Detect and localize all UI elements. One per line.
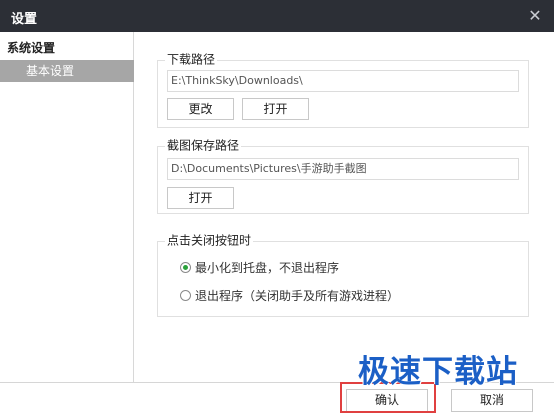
open-download-folder-button[interactable]: 打开 [242,98,309,120]
cancel-button[interactable]: 取消 [451,389,533,412]
settings-sidebar: 系统设置 基本设置 [0,32,134,382]
open-screenshot-folder-button[interactable]: 打开 [167,187,234,209]
window-title: 设置 [11,12,38,27]
change-download-path-button[interactable]: 更改 [167,98,234,120]
download-path-legend: 下载路径 [165,50,218,68]
download-path-field[interactable]: E:\ThinkSky\Downloads\ [167,70,519,92]
close-behavior-section: 点击关闭按钮时 最小化到托盘，不退出程序 退出程序（关闭助手及所有游戏进程） [157,231,529,317]
screenshot-path-section: 截图保存路径 D:\Documents\Pictures\手游助手截图 打开 [157,136,529,214]
minimize-to-tray-label: 最小化到托盘，不退出程序 [195,261,340,275]
sidebar-group-system-settings: 系统设置 [7,41,56,55]
screenshot-path-field[interactable]: D:\Documents\Pictures\手游助手截图 [167,158,519,180]
title-bar: 设置 ✕ [0,0,554,32]
radio-checked-icon[interactable] [180,262,191,273]
watermark-text: 极速下载站 [358,354,518,390]
exit-program-label: 退出程序（关闭助手及所有游戏进程） [195,289,400,303]
download-path-section: 下载路径 E:\ThinkSky\Downloads\ 更改 打开 [157,50,529,128]
close-icon[interactable]: ✕ [526,7,544,25]
exit-program-option[interactable]: 退出程序（关闭助手及所有游戏进程） [180,287,399,304]
close-behavior-legend: 点击关闭按钮时 [165,231,254,249]
screenshot-path-legend: 截图保存路径 [165,136,242,154]
sidebar-item-basic-settings[interactable]: 基本设置 [0,60,134,82]
radio-unchecked-icon[interactable] [180,290,191,301]
minimize-to-tray-option[interactable]: 最小化到托盘，不退出程序 [180,259,339,276]
